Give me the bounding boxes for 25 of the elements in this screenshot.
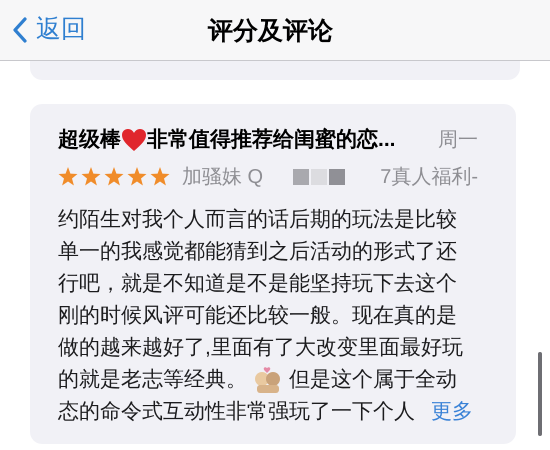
screen-title: 评分及评论	[208, 16, 333, 47]
star-icon	[104, 167, 124, 186]
reviewer-name: 7真人福利-	[380, 164, 478, 190]
review-date: 周一	[438, 128, 478, 153]
review-text: 约陌生对我个人而言的话后期的玩法是比较	[58, 206, 457, 232]
star-icon	[150, 167, 170, 186]
back-button[interactable]: 返回	[0, 11, 86, 49]
review-title: 非常值得推荐给闺蜜的恋...	[147, 126, 396, 153]
star-icon	[127, 167, 147, 186]
reviewer-name: 加骚妹 Q	[182, 164, 264, 190]
review-text: 态的命令式互动性非常强玩了一下个人	[58, 398, 415, 424]
chevron-left-icon	[12, 16, 28, 44]
review-text: 但是这个属于全动	[289, 366, 457, 392]
review-text: 单一的我感觉都能猜到之后活动的形式了还	[58, 238, 457, 264]
review-text: 的就是老志等经典。	[58, 366, 247, 392]
heart-icon	[121, 128, 147, 152]
redaction-mark	[293, 168, 346, 184]
review-text: 行吧，就是不知道是不是能坚持玩下去这个	[58, 270, 457, 296]
review-text: 做的越来越好了,里面有了大改变里面最好玩	[58, 334, 463, 360]
star-icon	[81, 167, 101, 186]
star-icon	[58, 167, 78, 186]
couple-icon	[253, 366, 283, 392]
review-text: 刚的时候风评可能还比较一般。现在真的是	[58, 302, 457, 328]
review-title: 超级棒	[58, 127, 121, 153]
more-link[interactable]: 更多	[431, 396, 473, 428]
